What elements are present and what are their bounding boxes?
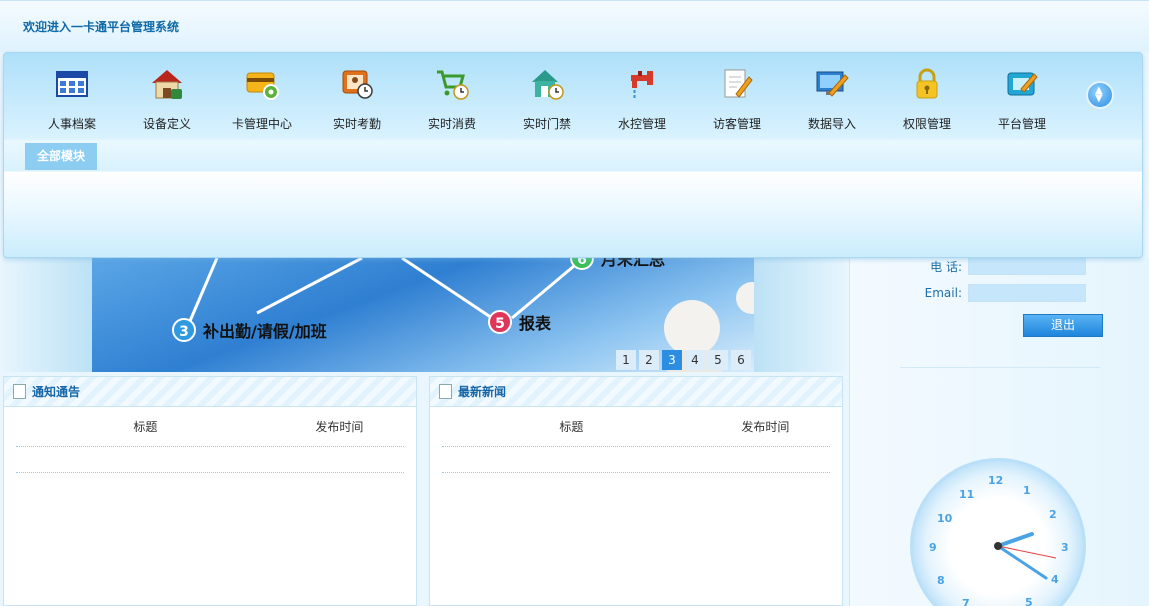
welcome-title: 欢迎进入一卡通平台管理系统 — [23, 20, 180, 34]
platform-edit-icon — [1005, 67, 1039, 101]
card-gear-icon — [245, 67, 279, 101]
pager-page-2[interactable]: 2 — [639, 350, 659, 370]
menu-label: 数据导入 — [807, 117, 856, 131]
menu-item-access-control[interactable]: 实时门禁 — [507, 67, 587, 132]
menu-item-data-import[interactable]: 数据导入 — [792, 67, 872, 132]
menu-label: 卡管理中心 — [231, 117, 292, 131]
banner-step-6: 6 月末汇总 — [570, 258, 665, 270]
collapse-toggle-icon[interactable]: ▲ ▼ — [1086, 81, 1114, 109]
personnel-grid-icon — [55, 67, 89, 101]
menu-label: 访客管理 — [712, 117, 761, 131]
menu-label: 平台管理 — [997, 117, 1046, 131]
house-device-icon — [150, 67, 184, 101]
door-house-clock-icon — [530, 67, 564, 101]
banner-step-5: 5 报表 — [488, 310, 551, 334]
menu-label: 实时门禁 — [522, 117, 571, 131]
news-header: 最新新闻 — [430, 377, 842, 407]
email-row: Email: — [850, 284, 1086, 302]
menu-label: 实时消费 — [427, 117, 476, 131]
pager-page-4[interactable]: 4 — [685, 350, 705, 370]
menu-item-platform[interactable]: 平台管理 — [982, 67, 1062, 132]
news-title: 最新新闻 — [458, 385, 507, 399]
menu-item-visitor[interactable]: 访客管理 — [697, 67, 777, 132]
module-menu-panel: 人事档案 设备定义 卡管理中心 实时考勤 实时消费 实时门禁 水控管理 访客管理… — [3, 52, 1143, 258]
visitor-document-icon — [720, 67, 754, 101]
pager-page-5[interactable]: 5 — [708, 350, 728, 370]
banner-image: 3 补出勤/请假/加班 5 报表 6 月末汇总 1 2 3 4 5 6 — [92, 258, 754, 372]
all-modules-tab[interactable]: 全部模块 — [25, 143, 97, 170]
menu-label: 实时考勤 — [332, 117, 381, 131]
menu-item-device[interactable]: 设备定义 — [127, 67, 207, 132]
phone-row: 电 话: — [850, 257, 1086, 275]
column-title: 标题 — [559, 420, 584, 434]
notice-columns: 标题 发布时间 — [16, 407, 404, 447]
news-columns: 标题 发布时间 — [442, 407, 830, 447]
email-field[interactable] — [968, 284, 1086, 302]
pager-page-3[interactable]: 3 — [662, 350, 682, 370]
banner-step-3: 3 补出勤/请假/加班 — [172, 318, 327, 342]
monitor-pen-icon — [815, 67, 849, 101]
menu-label: 水控管理 — [617, 117, 666, 131]
phone-field[interactable] — [968, 257, 1086, 275]
newspaper-icon — [439, 384, 452, 399]
email-label: Email: — [924, 286, 962, 300]
pager-page-6[interactable]: 6 — [731, 350, 751, 370]
menu-item-consumption[interactable]: 实时消费 — [412, 67, 492, 132]
faucet-icon — [625, 67, 659, 101]
menu-item-personnel[interactable]: 人事档案 — [32, 67, 112, 132]
pager-page-1[interactable]: 1 — [616, 350, 636, 370]
menu-label: 设备定义 — [142, 117, 191, 131]
menu-item-attendance[interactable]: 实时考勤 — [317, 67, 397, 132]
menu-label: 权限管理 — [902, 117, 951, 131]
notice-title: 通知通告 — [32, 385, 81, 399]
table-row — [442, 447, 830, 473]
notice-header: 通知通告 — [4, 377, 416, 407]
banner-area: 3 补出勤/请假/加班 5 报表 6 月末汇总 1 2 3 4 5 6 — [3, 258, 845, 372]
logout-button[interactable]: 退出 — [1023, 314, 1103, 337]
menu-label: 人事档案 — [47, 117, 96, 131]
news-panel: 最新新闻 标题 发布时间 — [429, 376, 843, 606]
notice-panel: 通知通告 标题 发布时间 — [3, 376, 417, 606]
notepad-icon — [13, 384, 26, 399]
menu-item-card-center[interactable]: 卡管理中心 — [222, 67, 302, 132]
column-time: 发布时间 — [741, 420, 790, 434]
column-time: 发布时间 — [315, 420, 364, 434]
cart-clock-icon — [435, 67, 469, 101]
padlock-icon — [910, 67, 944, 101]
banner-pager: 1 2 3 4 5 6 — [616, 350, 751, 370]
analog-clock: 12 1 2 3 4 5 6 7 8 9 10 11 — [910, 458, 1086, 606]
divider — [900, 367, 1100, 368]
column-title: 标题 — [133, 420, 158, 434]
attendance-clock-icon — [340, 67, 374, 101]
menu-item-permissions[interactable]: 权限管理 — [887, 67, 967, 132]
clock-hands — [994, 532, 1057, 580]
table-row — [16, 447, 404, 473]
phone-label: 电 话: — [930, 259, 962, 274]
user-info-panel: 电 话: Email: 退出 12 1 2 3 4 5 6 7 8 9 10 1… — [849, 257, 1149, 606]
top-header: 欢迎进入一卡通平台管理系统 — [0, 0, 1149, 52]
menu-item-water-control[interactable]: 水控管理 — [602, 67, 682, 132]
